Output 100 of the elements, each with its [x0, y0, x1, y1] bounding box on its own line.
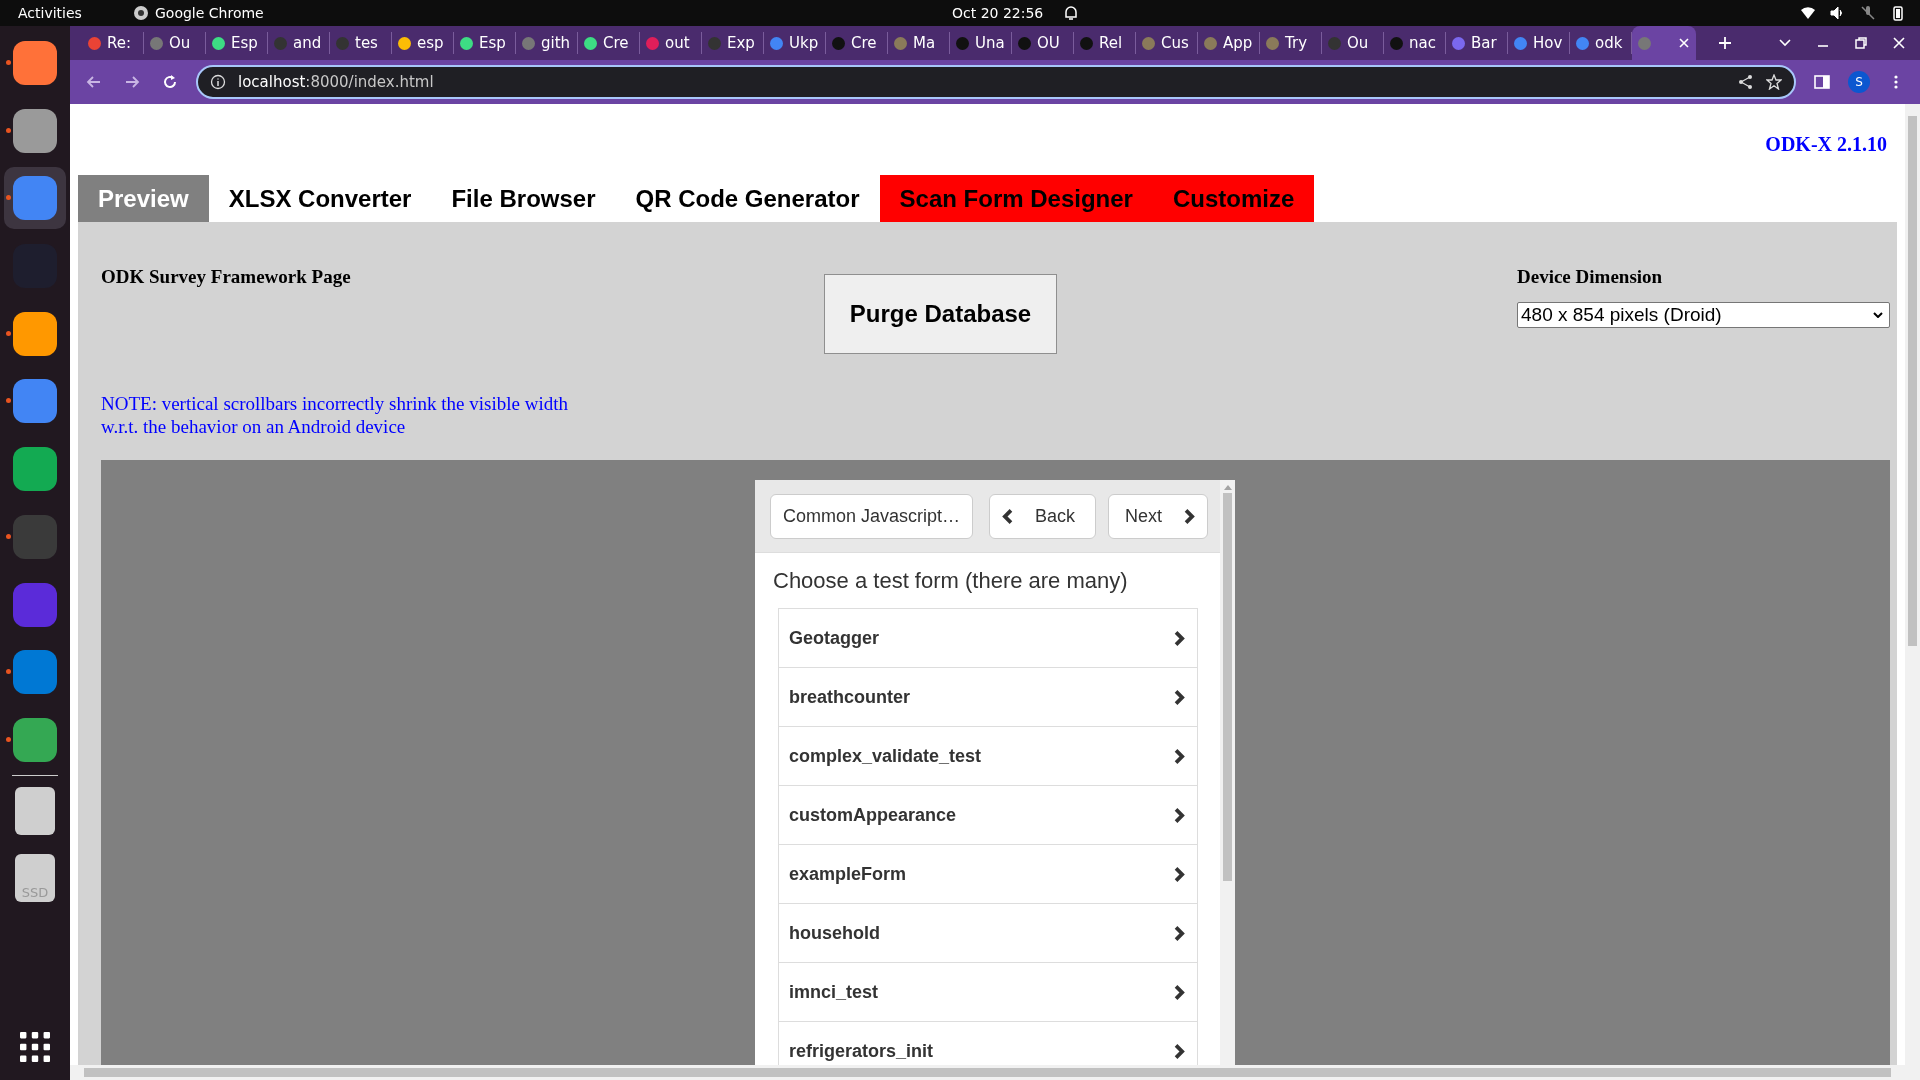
app-icon[interactable] [13, 176, 57, 221]
browser-tab[interactable]: Rel [1074, 32, 1136, 54]
profile-avatar[interactable]: S [1848, 71, 1870, 93]
app-icon[interactable] [13, 650, 57, 695]
form-list-item[interactable]: breathcounter [779, 668, 1197, 727]
chevron-right-icon [1174, 629, 1185, 647]
close-icon[interactable] [1892, 36, 1906, 50]
form-list-item[interactable]: Geotagger [779, 609, 1197, 668]
chevron-right-icon [1174, 1042, 1185, 1060]
info-icon[interactable] [210, 74, 226, 90]
browser-tab[interactable]: Exp [702, 32, 764, 54]
version-label: ODK-X 2.1.10 [1765, 132, 1887, 157]
tab-title: Ma [913, 34, 936, 52]
browser-tab[interactable]: Try [1260, 32, 1322, 54]
tab-title: Exp [727, 34, 755, 52]
wifi-icon[interactable] [1800, 5, 1816, 21]
tab-title: Re: [107, 34, 132, 52]
browser-tab[interactable]: Una [950, 32, 1012, 54]
chevron-left-icon [1002, 507, 1013, 525]
app-grid-icon[interactable] [20, 1032, 50, 1062]
form-list-item[interactable]: household [779, 904, 1197, 963]
browser-tab[interactable]: Esp [454, 32, 516, 54]
tab-title: Rel [1099, 34, 1123, 52]
app-icon[interactable] [13, 717, 57, 762]
vertical-scrollbar[interactable] [1220, 480, 1235, 1065]
menu-button[interactable]: Common Javascript… [770, 493, 973, 539]
browser-tab[interactable]: Ou [1322, 32, 1384, 54]
app-icon[interactable] [13, 41, 57, 85]
browser-tab[interactable]: Cre [578, 32, 640, 54]
tab-title: Cre [851, 34, 877, 52]
form-heading: Choose a test form (there are many) [772, 567, 1129, 595]
browser-tab[interactable]: Cus [1136, 32, 1198, 54]
nav-tab[interactable]: Scan Form Designer [879, 175, 1153, 222]
purge-button[interactable]: Purge Database [824, 274, 1057, 354]
back-icon[interactable] [86, 74, 102, 90]
browser-tab[interactable]: tes [330, 32, 392, 54]
tab-title: odk [1595, 34, 1623, 52]
browser-tab[interactable]: out [640, 32, 702, 54]
device-select[interactable]: 480 x 854 pixels (Droid) [1517, 302, 1890, 328]
browser-tab[interactable]: esp [392, 32, 454, 54]
chevron-right-icon [1174, 688, 1185, 706]
browser-tab[interactable]: nac [1384, 32, 1446, 54]
back-button[interactable]: Back [989, 493, 1097, 539]
browser-tab[interactable]: Ou [144, 32, 206, 54]
activities-button[interactable]: Activities [18, 5, 118, 21]
chevron-right-icon [1174, 983, 1185, 1001]
app-icon[interactable] [13, 108, 57, 153]
bell-icon[interactable] [1063, 5, 1080, 21]
forward-icon[interactable] [124, 74, 140, 90]
browser-tab[interactable]: Ukp [764, 32, 826, 54]
browser-tab[interactable]: Ma [888, 32, 950, 54]
next-button[interactable]: Next [1108, 493, 1208, 539]
star-icon[interactable] [1766, 74, 1782, 90]
browser-tab[interactable]: Bar [1446, 32, 1508, 54]
new-tab-icon[interactable] [1718, 36, 1732, 50]
browser-tab[interactable]: gith [516, 32, 578, 54]
note-text: NOTE: vertical scrollbars incorrectly shrink the visible width w.r.t. the behavior on an Android device [101, 392, 569, 438]
microphone-muted-icon[interactable] [1860, 5, 1876, 21]
vertical-scrollbar[interactable] [1905, 104, 1920, 1080]
dock-item[interactable] [4, 167, 66, 230]
drive-icon[interactable] [15, 786, 55, 835]
share-icon[interactable] [1738, 74, 1754, 90]
browser-tab[interactable]: Esp [206, 32, 268, 54]
chevron-right-icon [1174, 865, 1185, 883]
form-list-item[interactable]: complex_validate_test [779, 727, 1197, 786]
form-list-item[interactable]: imnci_test [779, 963, 1197, 1022]
tab-title: OU [1037, 34, 1060, 52]
app-icon[interactable] [13, 311, 57, 356]
horizontal-scrollbar[interactable] [70, 1065, 1905, 1080]
battery-icon[interactable] [1890, 5, 1906, 21]
tab-title: Esp [479, 34, 506, 52]
browser-tab[interactable]: Cre [826, 32, 888, 54]
browser-tab[interactable]: OU [1012, 32, 1074, 54]
browser-tab[interactable]: and [268, 32, 330, 54]
tab-title: Try [1285, 34, 1307, 52]
form-list-item[interactable]: exampleForm [779, 845, 1197, 904]
tab-title: and [293, 34, 322, 52]
browser-tab[interactable]: App [1198, 32, 1260, 54]
address-bar[interactable]: localhost:8000/index.html [196, 65, 1796, 99]
close-icon[interactable] [1678, 37, 1690, 49]
clock[interactable]: Oct 20 22:56 [952, 5, 1044, 21]
app-icon[interactable] [13, 447, 57, 492]
tab-title: Una [975, 34, 1005, 52]
browser-tab[interactable]: Re: [82, 32, 144, 54]
nav-tab[interactable]: Preview [78, 175, 209, 222]
app-icon[interactable] [13, 379, 57, 424]
caret-icon [1873, 312, 1883, 318]
tab-title: nac [1409, 34, 1436, 52]
browser-tab[interactable]: Hov [1508, 32, 1570, 54]
tab-title: tes [355, 34, 378, 52]
side-panel-icon[interactable] [1814, 74, 1830, 90]
tab-title: Bar [1471, 34, 1497, 52]
form-list-item[interactable]: customAppearance [779, 786, 1197, 845]
restore-icon[interactable] [1854, 36, 1868, 50]
tab-title: Hov [1533, 34, 1563, 52]
nav-tab[interactable]: Customize [1152, 175, 1315, 222]
reload-icon[interactable] [162, 74, 178, 90]
tab-title: Esp [231, 34, 258, 52]
tab-title: Ou [169, 34, 191, 52]
app-name[interactable]: Google Chrome [155, 5, 264, 21]
